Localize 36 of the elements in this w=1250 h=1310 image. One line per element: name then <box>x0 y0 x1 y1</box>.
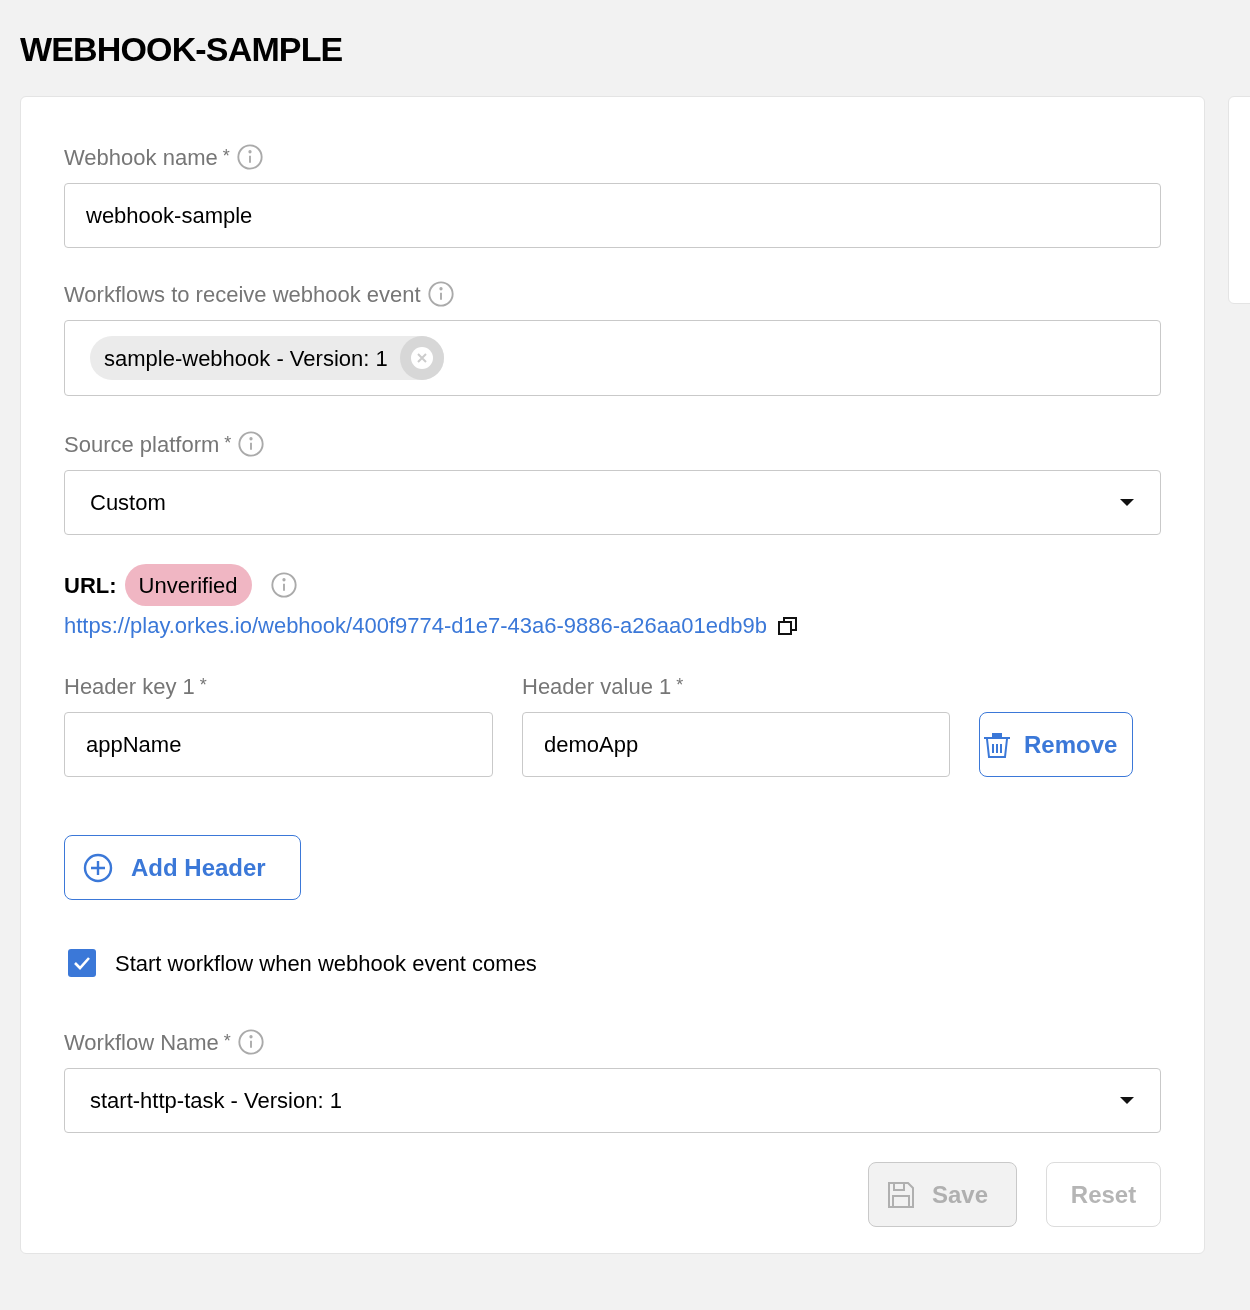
status-badge: Unverified <box>124 564 252 606</box>
field-label: Header value 1 <box>522 672 672 701</box>
field-label: Workflows to receive webhook event <box>64 280 421 309</box>
field-label: Source platform <box>64 430 220 459</box>
webhook-url-link[interactable]: https://play.orkes.io/webhook/400f9774-d1e7-43a6-9886-a26aa01edb9b <box>64 609 767 642</box>
field-label: Workflow Name <box>64 1028 219 1057</box>
header-key-field[interactable]: appName <box>64 712 493 777</box>
info-icon <box>269 571 298 599</box>
header-value-field[interactable]: demoApp <box>522 712 950 777</box>
field-label: Header key 1 <box>64 672 195 701</box>
plus-circle-icon <box>83 852 113 883</box>
required-mark: * <box>199 674 207 697</box>
caret-icon <box>1119 1095 1135 1106</box>
page-title: WEBHOOK-SAMPLE <box>20 29 343 70</box>
copy-icon[interactable] <box>776 614 799 637</box>
source-platform-select[interactable]: Custom <box>64 470 1161 535</box>
required-mark: * <box>223 1030 231 1053</box>
add-header-button[interactable]: Add Header <box>64 835 301 900</box>
remove-button[interactable]: Remove <box>979 712 1133 777</box>
info-icon <box>236 1028 265 1056</box>
info-icon <box>426 280 455 308</box>
workflows-field[interactable]: sample-webhook - Version: 1 <box>64 320 1161 396</box>
caret-icon <box>1119 497 1135 508</box>
info-icon <box>237 430 266 458</box>
webhook-name-field[interactable]: webhook-sample <box>64 183 1161 248</box>
chip-label: sample-webhook - Version: 1 <box>104 344 388 373</box>
required-mark: * <box>224 432 232 455</box>
info-icon <box>235 143 264 171</box>
required-mark: * <box>222 145 230 168</box>
checkbox-label: Start workflow when webhook event comes <box>115 949 537 978</box>
workflow-name-select[interactable]: start-http-task - Version: 1 <box>64 1068 1161 1133</box>
url-label: URL: <box>64 571 117 600</box>
field-label: Webhook name <box>64 143 218 172</box>
checkbox[interactable] <box>68 949 96 977</box>
required-mark: * <box>676 674 684 697</box>
close-icon <box>409 346 434 370</box>
